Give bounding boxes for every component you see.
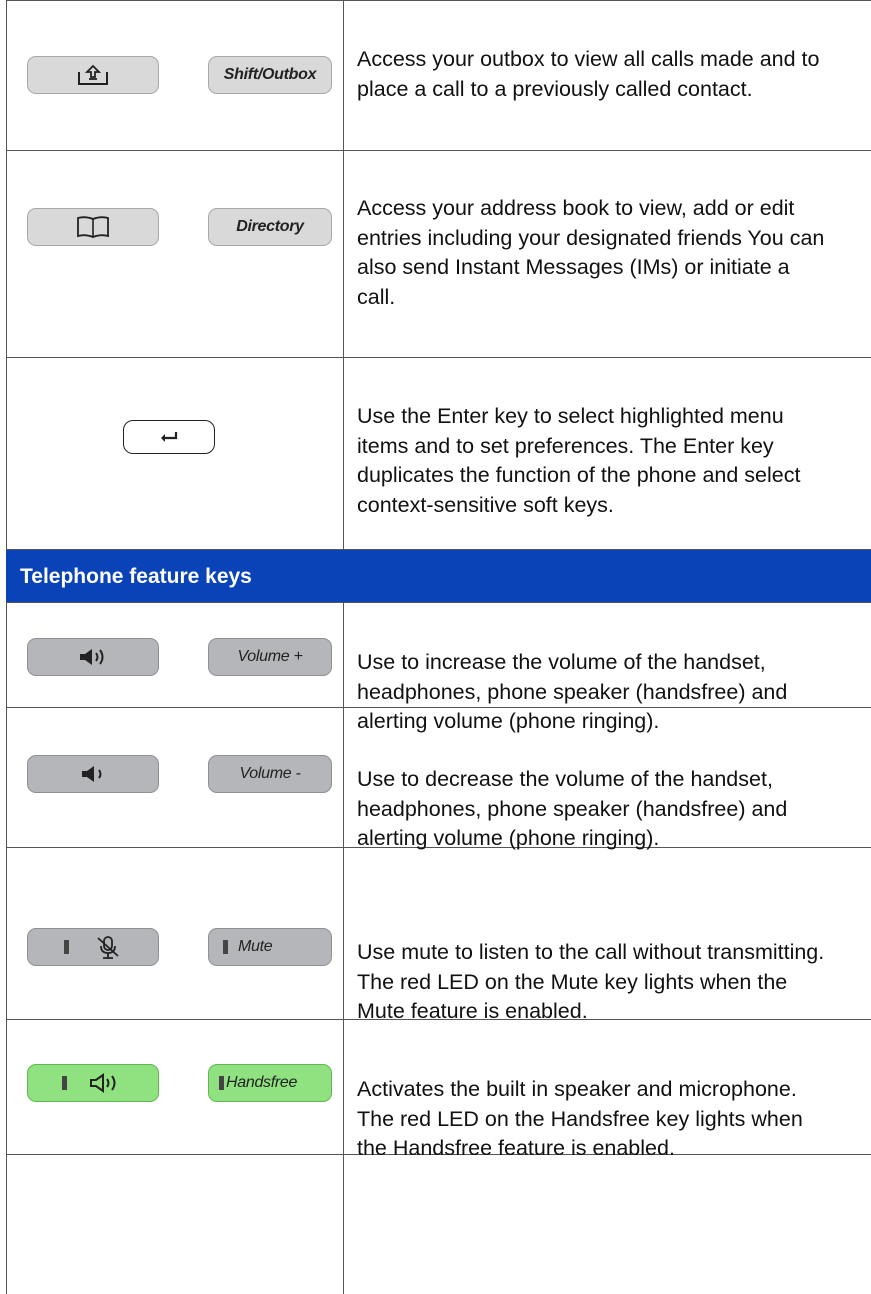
key-button-speaker-icon xyxy=(27,1064,159,1102)
key-label: Volume - xyxy=(239,765,301,782)
volume-down-icon xyxy=(82,766,102,782)
mute-mic-icon xyxy=(96,936,119,959)
key-button-handsfree: Handsfree xyxy=(208,1064,332,1102)
table-left-border xyxy=(6,0,7,1294)
volume-up-icon xyxy=(80,649,104,665)
row-divider xyxy=(6,0,871,1)
enter-icon xyxy=(161,432,178,442)
key-button-shift-outbox: Shift/Outbox xyxy=(208,56,332,94)
row-divider xyxy=(6,150,871,151)
row-description: Use the Enter key to select highlighted … xyxy=(357,404,801,517)
section-header: Telephone feature keys xyxy=(6,549,871,603)
key-label: Shift/Outbox xyxy=(223,66,317,83)
led-indicator xyxy=(63,940,69,954)
enter-key xyxy=(123,420,215,454)
led-indicator xyxy=(223,940,228,954)
key-button-directory: Directory xyxy=(208,208,332,246)
key-button-book-icon xyxy=(27,208,159,246)
key-label: Volume + xyxy=(237,648,303,665)
key-button-volume-minus: Volume - xyxy=(208,755,332,793)
row-description: Use mute to listen to the call without t… xyxy=(357,940,825,1023)
row-description: Activates the built in speaker and micro… xyxy=(357,1077,803,1160)
row-divider xyxy=(6,357,871,358)
book-icon xyxy=(77,216,109,238)
key-button-volume-up-icon xyxy=(27,638,159,676)
speaker-icon xyxy=(89,1073,115,1093)
row-description: Access your address book to view, add or… xyxy=(357,196,825,309)
row-description: Use to increase the volume of the handse… xyxy=(357,650,788,733)
led-indicator xyxy=(219,1076,224,1090)
key-button-mute-icon xyxy=(27,928,159,966)
key-button-mute: Mute xyxy=(208,928,332,966)
table-column-divider xyxy=(343,0,344,549)
row-description: Use to decrease the volume of the handse… xyxy=(357,767,788,850)
row-description: Access your outbox to view all calls mad… xyxy=(357,47,820,101)
key-button-volume-down-icon xyxy=(27,755,159,793)
key-label: Mute xyxy=(238,938,273,955)
key-button-volume-plus: Volume + xyxy=(208,638,332,676)
outbox-icon xyxy=(78,64,108,85)
led-indicator xyxy=(61,1076,67,1090)
key-label: Handsfree xyxy=(226,1074,298,1091)
key-label: Directory xyxy=(236,218,304,235)
key-button-outbox-icon xyxy=(27,56,159,94)
